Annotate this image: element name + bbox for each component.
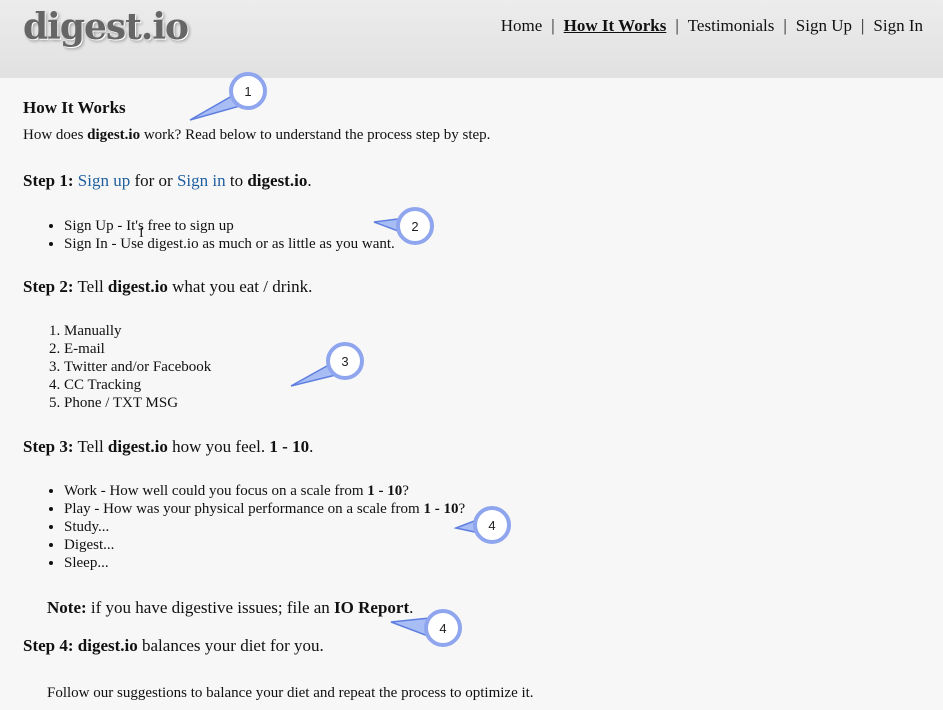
step-text: for or bbox=[130, 171, 177, 190]
callout-4b: 4 bbox=[390, 609, 462, 647]
list-item: Twitter and/or Facebook bbox=[64, 358, 211, 376]
scale-range: 1 - 10 bbox=[367, 483, 403, 499]
site-header: digest.io Home | How It Works | Testimon… bbox=[0, 0, 943, 78]
item-text: Digest... bbox=[64, 537, 115, 553]
step-2-heading: Step 2: Tell digest.io what you eat / dr… bbox=[23, 277, 312, 297]
step-text: how you feel. bbox=[167, 437, 270, 456]
step-1-heading: Step 1: Sign up for or Sign in to digest… bbox=[23, 171, 312, 191]
list-item: Study... bbox=[64, 518, 465, 536]
nav-separator: | bbox=[783, 16, 787, 35]
step-text: . bbox=[309, 437, 314, 456]
list-item: Play - How was your physical performance… bbox=[64, 500, 465, 518]
brand-name: digest.io bbox=[247, 171, 308, 190]
step-text: Tell bbox=[73, 437, 108, 456]
list-item: Digest... bbox=[64, 536, 465, 554]
intro-post: work? Read below to understand the proce… bbox=[140, 127, 491, 143]
list-item: CC Tracking bbox=[64, 376, 211, 394]
callout-number: 2 bbox=[411, 219, 418, 234]
nav-separator: | bbox=[675, 16, 679, 35]
nav-sign-up[interactable]: Sign Up bbox=[796, 16, 852, 36]
nav-separator: | bbox=[861, 16, 865, 35]
item-text: Play - How was your physical performance… bbox=[64, 501, 424, 517]
item-text: ? bbox=[402, 483, 409, 499]
list-item: Sign In - Use digest.io as much or as li… bbox=[64, 235, 395, 253]
note-body: if you have digestive issues; file an bbox=[86, 598, 335, 617]
callout-number: 1 bbox=[244, 84, 251, 99]
follow-text: Follow our suggestions to balance your d… bbox=[47, 685, 534, 701]
step-label: Step 4: bbox=[23, 636, 74, 655]
intro-pre: How does bbox=[23, 127, 88, 143]
note-text: Note: if you have digestive issues; file… bbox=[47, 598, 413, 618]
callout-number: 4 bbox=[488, 518, 495, 533]
step-1-list: Sign Up - It's free to sign up Sign In -… bbox=[23, 217, 395, 253]
callout-3: 3 bbox=[290, 342, 364, 387]
list-item: Phone / TXT MSG bbox=[64, 394, 211, 412]
intro-text: How does digest.io work? Read below to u… bbox=[23, 127, 490, 144]
step-label: Step 2: bbox=[23, 277, 74, 296]
list-item: Work - How well could you focus on a sca… bbox=[64, 482, 465, 500]
scale-range: 1 - 10 bbox=[269, 437, 310, 456]
site-logo[interactable]: digest.io bbox=[23, 6, 189, 48]
brand-name: digest.io bbox=[107, 277, 168, 296]
sign-up-link[interactable]: Sign up bbox=[78, 171, 130, 190]
brand-name: digest.io bbox=[73, 636, 138, 655]
nav-testimonials[interactable]: Testimonials bbox=[688, 16, 775, 36]
step-3-heading: Step 3: Tell digest.io how you feel. 1 -… bbox=[23, 437, 313, 457]
nav-separator: | bbox=[551, 16, 555, 35]
step-label: Step 3: bbox=[23, 437, 74, 456]
step-2-list: Manually E-mail Twitter and/or Facebook … bbox=[23, 322, 211, 412]
step-text: Tell bbox=[73, 277, 108, 296]
callout-number: 3 bbox=[341, 354, 348, 369]
callout-2: 2 bbox=[373, 207, 434, 245]
brand-name: digest.io bbox=[87, 127, 141, 143]
nav-home[interactable]: Home bbox=[501, 16, 543, 36]
list-item: E-mail bbox=[64, 340, 211, 358]
step-text: balances your diet for you. bbox=[137, 636, 324, 655]
main-nav: Home | How It Works | Testimonials | Sig… bbox=[501, 16, 923, 36]
sign-in-link[interactable]: Sign in bbox=[177, 171, 226, 190]
callout-1: 1 bbox=[189, 72, 267, 121]
list-item: Manually bbox=[64, 322, 211, 340]
nav-how-it-works[interactable]: How It Works bbox=[564, 16, 667, 36]
step-label: Step 1: bbox=[23, 171, 74, 190]
step-text: . bbox=[307, 171, 312, 190]
step-text: what you eat / drink. bbox=[167, 277, 313, 296]
item-text: Study... bbox=[64, 519, 110, 535]
step-text: to bbox=[225, 171, 248, 190]
step-3-list: Work - How well could you focus on a sca… bbox=[23, 482, 465, 572]
list-item: Sleep... bbox=[64, 554, 465, 572]
text-cursor-icon: I bbox=[139, 226, 144, 241]
step-4-heading: Step 4: digest.io balances your diet for… bbox=[23, 636, 324, 656]
list-item: Sign Up - It's free to sign up bbox=[64, 217, 395, 235]
brand-name: digest.io bbox=[107, 437, 168, 456]
nav-sign-in[interactable]: Sign In bbox=[873, 16, 923, 36]
item-text: Sleep... bbox=[64, 555, 109, 571]
page-title: How It Works bbox=[23, 98, 126, 117]
callout-4a: 4 bbox=[454, 506, 511, 544]
note-label: Note: bbox=[47, 598, 87, 617]
callout-number: 4 bbox=[439, 621, 446, 636]
item-text: Work - How well could you focus on a sca… bbox=[64, 483, 368, 499]
